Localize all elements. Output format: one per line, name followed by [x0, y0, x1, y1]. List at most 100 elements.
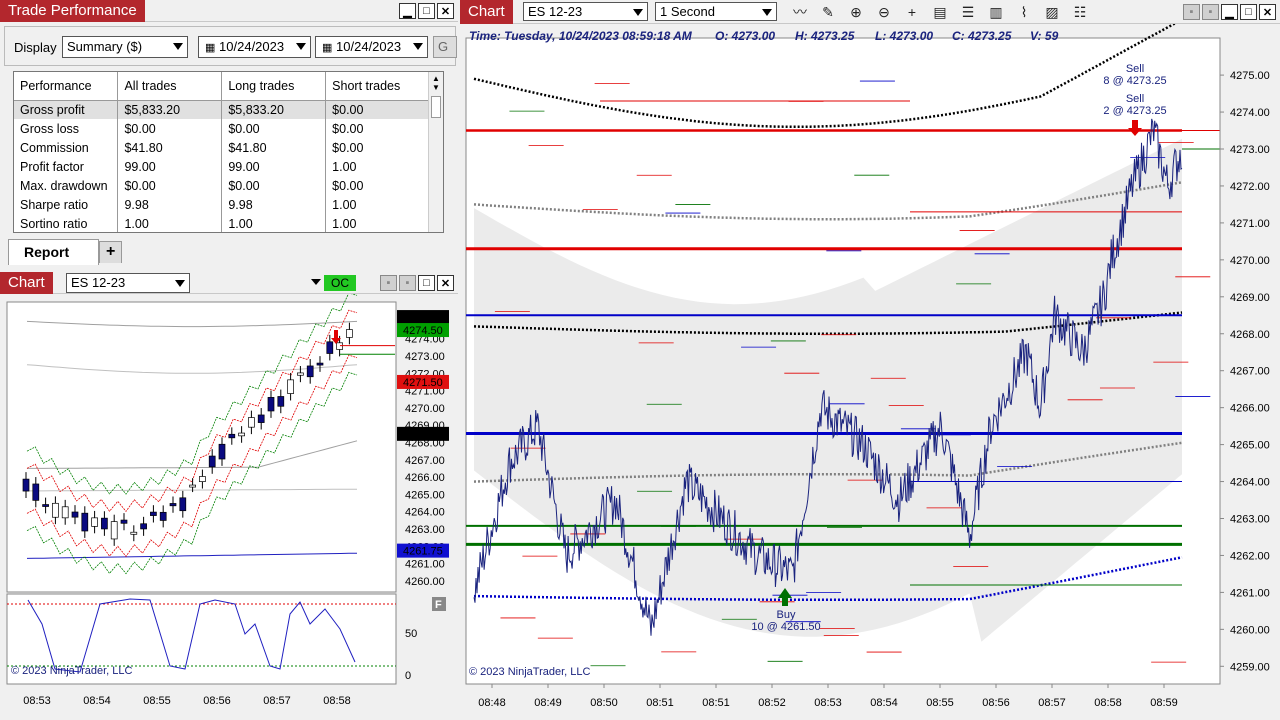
- data-box-icon[interactable]: ▤: [930, 3, 950, 21]
- dropdown-icon[interactable]: [311, 279, 321, 285]
- y-tick-label: 4275.00: [1230, 70, 1270, 82]
- tab-report[interactable]: Report: [8, 239, 99, 265]
- y-tick-label: 4268.00: [1230, 329, 1270, 341]
- table-row[interactable]: Sortino ratio 1.00 1.00 1.00: [14, 214, 429, 232]
- small-chart-titlebar[interactable]: Chart ES 12-23 OC ▪ ▪ □ ✕: [0, 272, 458, 294]
- candle: [71, 511, 79, 518]
- table-cell: Max. drawdown: [14, 176, 119, 195]
- maximize-button[interactable]: □: [418, 275, 435, 291]
- bar-type-icon[interactable]: ☰: [958, 3, 978, 21]
- close-button[interactable]: ✕: [1259, 4, 1276, 20]
- table-cell: $0.00: [325, 119, 429, 138]
- zoom-in-icon[interactable]: ⊕: [846, 3, 866, 21]
- restore-button[interactable]: ▪: [1202, 4, 1219, 20]
- scroll-down-icon[interactable]: ▼: [429, 83, 443, 92]
- x-tick-label: 08:55: [926, 697, 954, 709]
- properties-icon[interactable]: ▨: [1042, 3, 1062, 21]
- sell-qty: 8 @ 4273.25: [1103, 75, 1166, 87]
- table-row[interactable]: Commission $41.80 $41.80 $0.00: [14, 138, 429, 157]
- table-cell: 99.00: [221, 157, 327, 176]
- close-button[interactable]: ✕: [437, 3, 454, 19]
- instrument-select[interactable]: ES 12-23: [523, 2, 648, 21]
- indicator-icon[interactable]: ⌇: [1014, 3, 1034, 21]
- candle: [277, 396, 285, 407]
- window-title: Trade Performance: [0, 0, 145, 22]
- x-tick-label: 08:51: [646, 697, 674, 709]
- zoom-out-icon[interactable]: ⊖: [874, 3, 894, 21]
- table-cell: Gross loss: [14, 119, 119, 138]
- date-to-picker[interactable]: ▦ 10/24/2023: [315, 36, 428, 58]
- x-tick-label: 08:57: [1038, 697, 1066, 709]
- interval-select[interactable]: 1 Second: [655, 2, 777, 21]
- table-row[interactable]: Max. drawdown $0.00 $0.00 $0.00: [14, 176, 429, 195]
- date-from-picker[interactable]: ▦ 10/24/2023: [198, 36, 311, 58]
- table-row[interactable]: Gross loss $0.00 $0.00 $0.00: [14, 119, 429, 138]
- trade-performance-window: Trade Performance ▁ □ ✕ Display Summary …: [0, 0, 458, 268]
- y-tick-label: 4262.00: [1230, 550, 1270, 562]
- column-header[interactable]: Long trades: [221, 72, 327, 101]
- candle: [306, 365, 314, 378]
- list-icon[interactable]: ☷: [1070, 3, 1090, 21]
- table-row[interactable]: Sharpe ratio 9.98 9.98 1.00: [14, 195, 429, 214]
- osc-tick-label: 50: [405, 628, 417, 640]
- maximize-button[interactable]: □: [418, 3, 435, 19]
- table-cell: $0.00: [117, 119, 223, 138]
- maximize-button[interactable]: □: [1240, 4, 1257, 20]
- column-header[interactable]: All trades: [117, 72, 223, 101]
- info-time: Time: Tuesday, 10/24/2023 08:59:18 AM: [469, 29, 693, 43]
- main-chart-titlebar[interactable]: Chart ES 12-23 1 Second 〰 ✎ ⊕ ⊖ + ▤ ☰ ▥ ⌇ ▨ ☷ ▪ ▪ …: [460, 0, 1280, 24]
- table-cell: Commission: [14, 138, 119, 157]
- y-tick-label: 4273.00: [405, 351, 445, 363]
- table-row[interactable]: Gross profit $5,833.20 $5,833.20 $0.00: [14, 100, 429, 119]
- main-chart-canvas[interactable]: Time: Tuesday, 10/24/2023 08:59:18 AM O: …: [460, 24, 1280, 720]
- x-tick-label: 08:51: [702, 697, 730, 709]
- x-tick-label: 08:56: [203, 695, 231, 707]
- table-row[interactable]: Profit factor 99.00 99.00 1.00: [14, 157, 429, 176]
- tile-button[interactable]: ▪: [1183, 4, 1200, 20]
- candle: [336, 342, 343, 350]
- y-tick-label: 4270.00: [1230, 255, 1270, 267]
- price-marker-label: 4271.50: [403, 377, 443, 389]
- candle: [228, 433, 236, 439]
- x-tick-label: 08:49: [534, 697, 562, 709]
- column-header[interactable]: Short trades: [325, 72, 429, 101]
- minimize-button[interactable]: ▁: [399, 3, 416, 19]
- pencil-icon[interactable]: ✎: [818, 3, 838, 21]
- trade-performance-titlebar[interactable]: Trade Performance ▁ □ ✕: [0, 0, 458, 22]
- table-scrollbar[interactable]: ▲ ▼: [428, 72, 443, 232]
- line-tool-icon[interactable]: 〰: [790, 3, 810, 21]
- y-tick-label: 4274.00: [1230, 107, 1270, 119]
- x-tick-label: 08:50: [590, 697, 618, 709]
- copyright: © 2023 NinjaTrader, LLC: [469, 666, 590, 678]
- copyright: © 2023 NinjaTrader, LLC: [11, 665, 132, 677]
- performance-table: Performance All trades Long trades Short tr…: [13, 71, 444, 233]
- info-volume: V: 59: [1030, 29, 1059, 43]
- tile-button[interactable]: ▪: [380, 275, 397, 291]
- small-chart-canvas[interactable]: 4275.004274.004273.004272.004271.004270.…: [0, 294, 458, 720]
- close-button[interactable]: ✕: [437, 275, 454, 291]
- table-cell: $41.80: [117, 138, 223, 157]
- strategy-icon[interactable]: ▥: [986, 3, 1006, 21]
- y-tick-label: 4265.00: [405, 489, 445, 501]
- table-cell: 99.00: [117, 157, 223, 176]
- y-tick-label: 4267.00: [1230, 366, 1270, 378]
- add-tab-button[interactable]: +: [99, 241, 123, 263]
- table-cell: $0.00: [221, 119, 327, 138]
- generate-button[interactable]: G: [433, 36, 457, 58]
- oc-button[interactable]: OC: [324, 275, 356, 291]
- table-cell: 1.00: [117, 214, 223, 232]
- scroll-thumb[interactable]: [431, 96, 441, 118]
- table-cell: 1.00: [325, 214, 429, 232]
- scroll-up-icon[interactable]: ▲: [429, 74, 443, 83]
- crosshair-icon[interactable]: +: [902, 3, 922, 21]
- info-low: L: 4273.00: [875, 29, 933, 43]
- display-select[interactable]: Summary ($): [62, 36, 188, 58]
- small-chart-window: Chart ES 12-23 OC ▪ ▪ □ ✕ 4275.004274.00…: [0, 272, 458, 720]
- y-tick-label: 4271.00: [1230, 218, 1270, 230]
- x-tick-label: 08:59: [1150, 697, 1178, 709]
- column-header[interactable]: Performance: [14, 72, 119, 101]
- instrument-select[interactable]: ES 12-23: [66, 273, 190, 293]
- minimize-button[interactable]: ▁: [1221, 4, 1238, 20]
- restore-button[interactable]: ▪: [399, 275, 416, 291]
- y-tick-label: 4261.00: [405, 559, 445, 571]
